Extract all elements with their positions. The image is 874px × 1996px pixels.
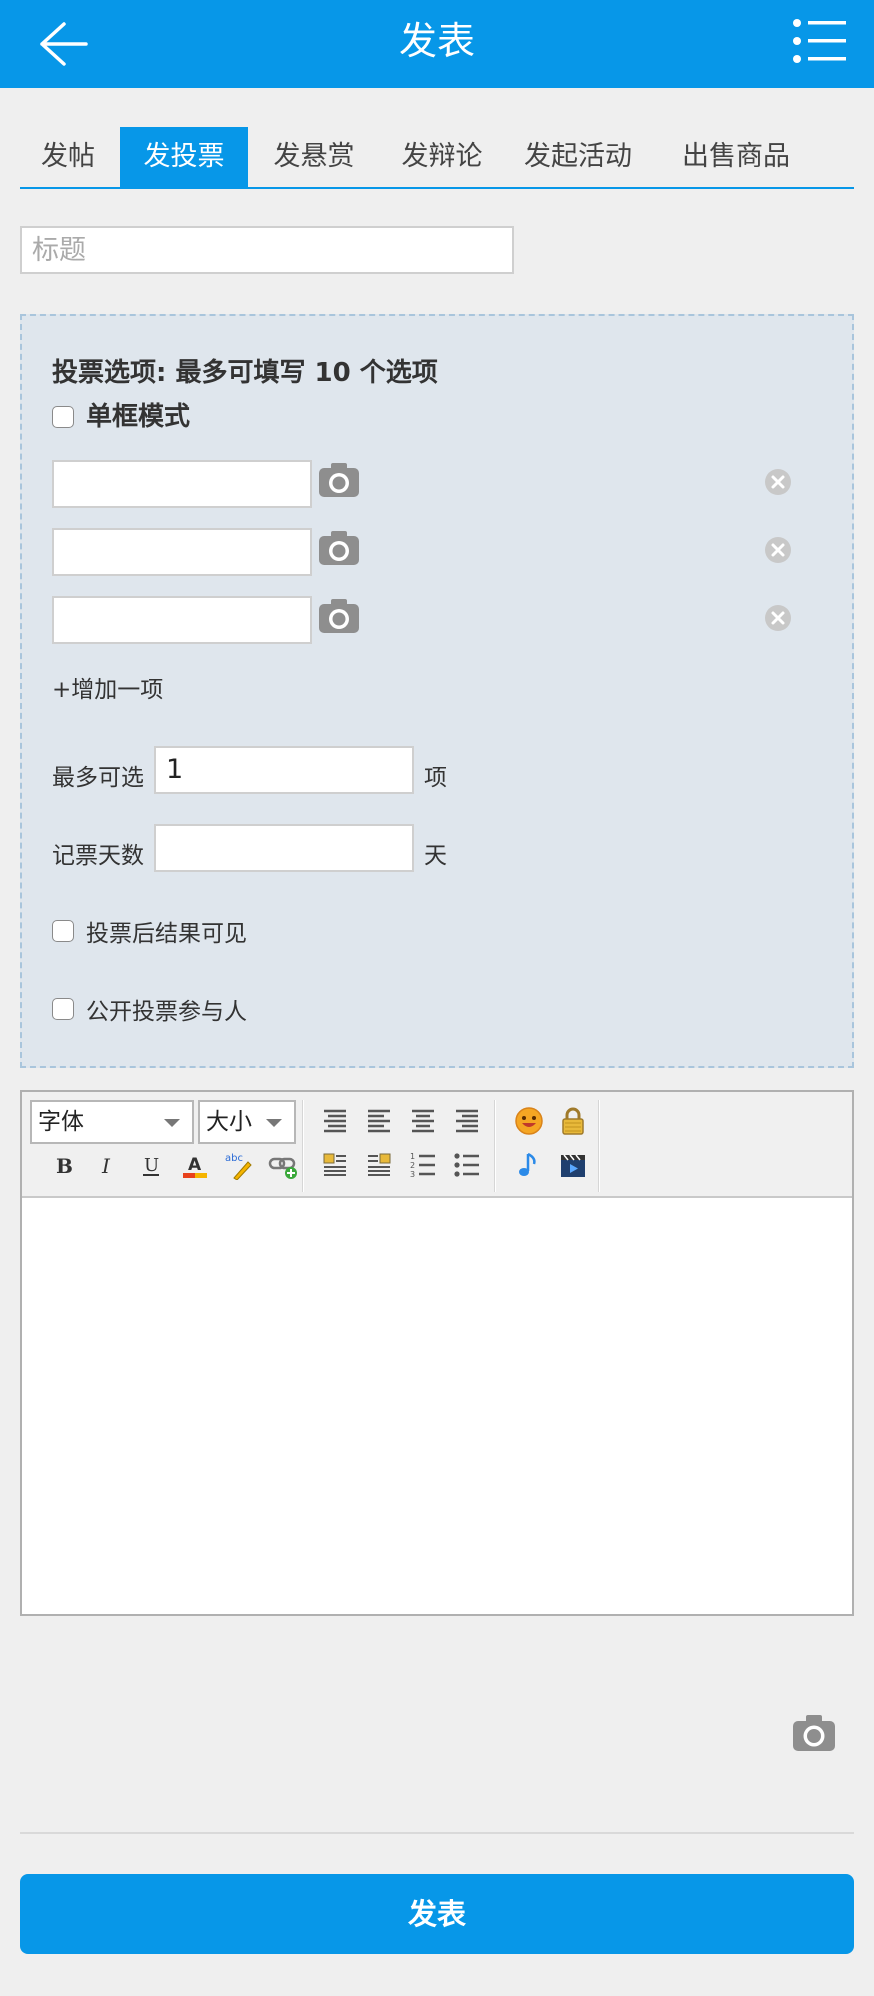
camera-icon[interactable] [318,530,360,566]
unordered-list-icon [454,1153,479,1177]
float-right-icon [368,1153,391,1176]
float-left-icon [323,1153,346,1176]
title-input[interactable] [20,226,514,274]
single-mode-checkbox[interactable] [52,406,74,428]
align-center-button[interactable] [406,1104,440,1138]
video-icon [561,1154,585,1177]
bold-button[interactable]: B [46,1148,80,1182]
align-left-icon [368,1109,390,1133]
poll-option-input[interactable] [52,528,312,576]
delete-option-icon[interactable] [764,604,792,632]
public-voters-label: 公开投票参与人 [86,999,247,1025]
poll-options-panel: 投票选项: 最多可填写 10 个选项 单框模式 +增加一项 最多可选 1 项 记… [20,314,854,1068]
delete-option-icon[interactable] [764,468,792,496]
font-color-button[interactable]: A [178,1148,212,1182]
vote-days-input[interactable] [154,824,414,872]
result-visible-checkbox[interactable] [52,920,74,942]
hide-content-button[interactable] [556,1104,590,1138]
public-voters-checkbox[interactable] [52,998,74,1020]
chevron-down-icon [266,1119,282,1127]
camera-icon[interactable] [318,598,360,634]
camera-icon[interactable] [792,1714,836,1752]
menu-button[interactable] [792,18,846,66]
align-justify-icon [324,1109,346,1133]
svg-text:I: I [101,1154,111,1178]
tab-reward[interactable]: 发悬赏 [252,127,376,187]
svg-text:3: 3 [410,1170,415,1179]
font-size-value: 大小 [206,1109,252,1135]
music-button[interactable] [512,1148,546,1182]
svg-text:U: U [144,1155,159,1176]
single-mode-label: 单框模式 [86,402,191,432]
tab-debate[interactable]: 发辩论 [380,127,504,187]
vote-days-label: 记票天数 [52,843,144,869]
italic-icon: I [101,1154,111,1178]
tab-poll[interactable]: 发投票 [120,127,248,187]
underline-icon: U [143,1155,159,1176]
poll-option-input[interactable] [52,460,312,508]
add-option-link[interactable]: +增加一项 [52,670,163,704]
music-icon [519,1152,536,1176]
camera-icon[interactable] [318,462,360,498]
align-justify-button[interactable] [318,1104,352,1138]
editor-toolbar: 字体 大小 B I U A abc 1 2 3 [22,1092,852,1198]
top-bar: 发表 [0,0,874,88]
svg-text:abc: abc [225,1153,243,1164]
align-right-icon [456,1109,478,1133]
max-choices-input[interactable]: 1 [154,746,414,794]
tab-activity[interactable]: 发起活动 [508,127,648,187]
rich-text-editor: 字体 大小 B I U A abc 1 2 3 [20,1090,854,1616]
chevron-down-icon [164,1119,180,1127]
link-icon [268,1157,297,1179]
divider [20,1832,854,1834]
submit-button[interactable]: 发表 [20,1874,854,1954]
link-button[interactable] [266,1148,300,1182]
tab-post[interactable]: 发帖 [20,127,116,187]
font-family-value: 字体 [38,1109,84,1135]
list-menu-icon [793,19,846,63]
emoji-button[interactable] [512,1104,546,1138]
poll-heading: 投票选项: 最多可填写 10 个选项 [52,358,438,388]
align-center-icon [412,1109,434,1133]
result-visible-label: 投票后结果可见 [86,921,247,947]
bold-icon: B [56,1154,73,1178]
highlight-button[interactable]: abc [222,1148,256,1182]
toolbar-separator [302,1100,304,1192]
svg-text:2: 2 [410,1161,415,1170]
toolbar-separator [494,1100,496,1192]
ordered-list-button[interactable]: 123 [406,1148,440,1182]
max-choices-label: 最多可选 [52,765,144,791]
svg-text:1: 1 [410,1152,415,1161]
ordered-list-icon: 123 [410,1152,435,1179]
tab-sell[interactable]: 出售商品 [656,127,816,187]
poll-option-input[interactable] [52,596,312,644]
underline-button[interactable]: U [134,1148,168,1182]
highlight-icon: abc [225,1153,252,1180]
svg-text:B: B [56,1154,73,1178]
font-size-select[interactable]: 大小 [198,1100,296,1144]
lock-icon [562,1107,584,1135]
float-right-button[interactable] [362,1148,396,1182]
unordered-list-button[interactable] [450,1148,484,1182]
delete-option-icon[interactable] [764,536,792,564]
italic-button[interactable]: I [90,1148,124,1182]
vote-days-unit: 天 [424,843,447,869]
emoji-icon [515,1107,543,1135]
align-left-button[interactable] [362,1104,396,1138]
page-title: 发表 [398,19,475,63]
toolbar-separator [598,1100,600,1192]
font-color-icon: A [183,1155,207,1178]
float-left-button[interactable] [318,1148,352,1182]
video-button[interactable] [556,1148,590,1182]
font-family-select[interactable]: 字体 [30,1100,194,1144]
post-type-tabs: 发帖 发投票 发悬赏 发辩论 发起活动 出售商品 [20,127,854,189]
svg-text:A: A [188,1155,202,1175]
align-right-button[interactable] [450,1104,484,1138]
max-choices-unit: 项 [424,765,447,791]
